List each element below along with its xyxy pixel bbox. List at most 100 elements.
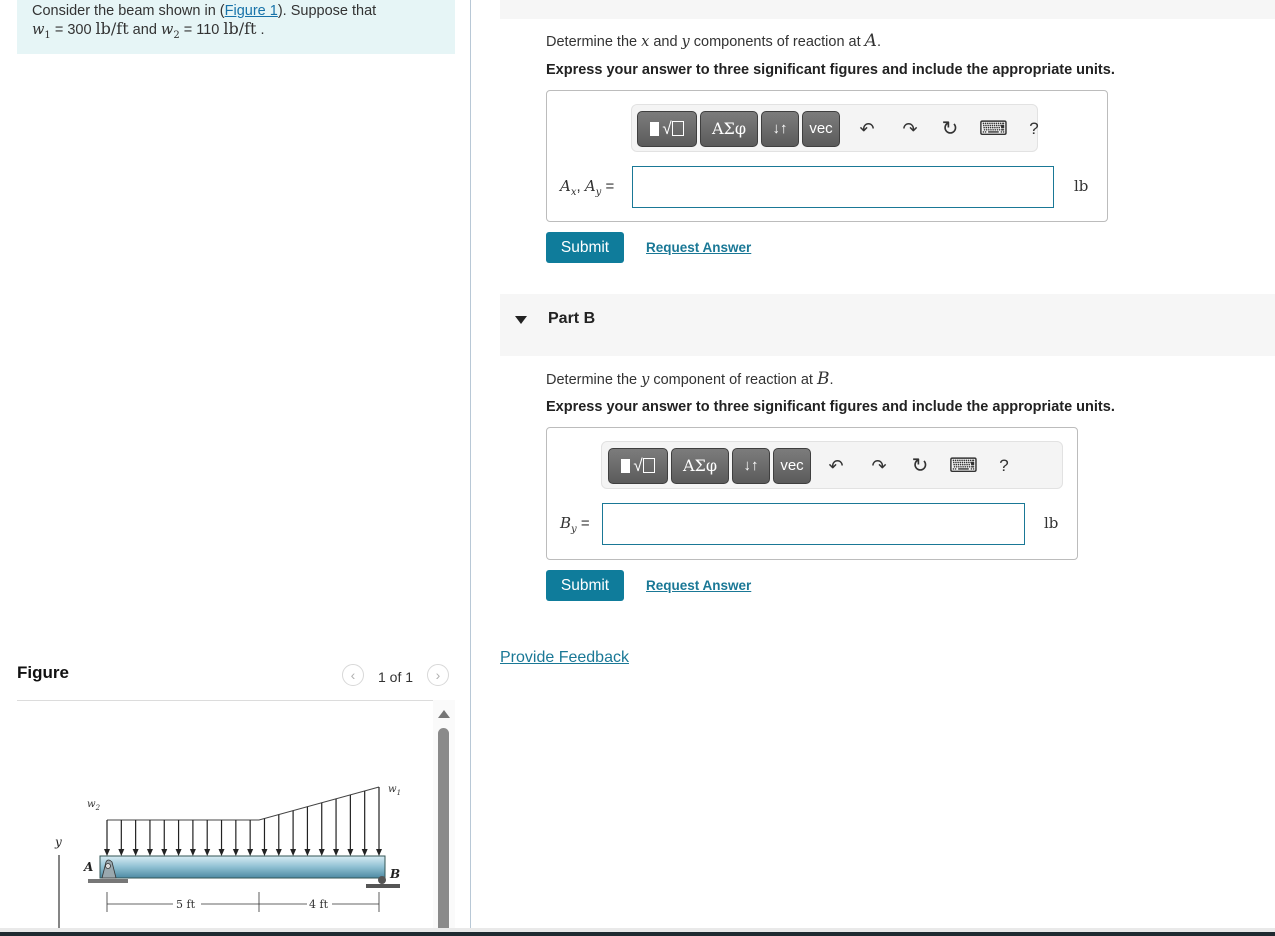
part-a-submit-button[interactable]: Submit	[546, 232, 624, 263]
q-b-end: .	[829, 372, 834, 388]
figure-scrollbar-thumb[interactable]	[438, 728, 449, 930]
load-arrow-head	[104, 849, 110, 856]
templates-button[interactable]: √	[608, 448, 668, 484]
pane-divider[interactable]	[470, 0, 471, 928]
part-b-request-answer-link[interactable]: Request Answer	[646, 578, 751, 593]
chevron-right-icon: ›	[435, 667, 441, 683]
w2-label: w2	[87, 799, 101, 812]
load-arrow-head	[218, 849, 225, 856]
load-arrow-head	[175, 849, 182, 856]
w2-symbol: w	[160, 22, 174, 38]
q-a-and: and	[649, 34, 682, 50]
vector-button[interactable]: vec	[802, 111, 840, 147]
load-arrow-head	[304, 849, 311, 856]
figure-title: Figure	[17, 663, 69, 682]
help-icon[interactable]: ?	[1022, 118, 1046, 140]
redo-icon[interactable]: ↷	[867, 455, 891, 477]
greek-symbols-button[interactable]: ΑΣφ	[671, 448, 729, 484]
part-b-answer-box: √ ΑΣφ ↓↑ vec ↶ ↷ ↻ ⌨ ? By = lb	[546, 427, 1078, 560]
load-arrow-head	[361, 849, 368, 856]
label-eq: =	[576, 515, 590, 532]
intro-text-after: ). Suppose that	[277, 3, 377, 19]
figure-pager-count: 1 of 1	[378, 669, 414, 685]
part-b-submit-button[interactable]: Submit	[546, 570, 624, 601]
intro-and: and	[128, 22, 161, 38]
part-a-header-remnant	[500, 0, 1275, 19]
load-arrow-head	[232, 849, 239, 856]
part-b-instruction: Express your answer to three significant…	[546, 399, 1115, 415]
template-box-icon	[671, 121, 684, 136]
arrows-button[interactable]: ↓↑	[732, 448, 770, 484]
load-arrow-head	[247, 849, 254, 856]
collapse-caret-icon[interactable]	[515, 316, 527, 324]
part-b-answer-input[interactable]	[602, 503, 1025, 545]
load-arrow-head	[204, 849, 211, 856]
reset-icon[interactable]: ↻	[938, 118, 962, 140]
part-a-answer-label: Ax, Ay =	[560, 177, 614, 198]
w1-value: = 300	[50, 22, 96, 38]
label-ax: A	[560, 177, 571, 195]
load-arrow-head	[132, 849, 139, 856]
dimension-4ft: 4 ft	[309, 898, 329, 911]
part-a-answer-box: √ ΑΣφ ↓↑ vec ↶ ↷ ↻ ⌨ ? Ax, Ay = lb	[546, 90, 1108, 222]
load-arrow-head	[318, 849, 325, 856]
undo-icon[interactable]: ↶	[824, 455, 848, 477]
load-arrow-head	[118, 849, 125, 856]
q-b-point: B	[816, 369, 830, 389]
intro-text: Consider the beam shown in (	[32, 3, 225, 19]
load-arrow-head	[347, 849, 354, 856]
dimension-5ft: 5 ft	[176, 898, 196, 911]
w2-label-sub: 2	[95, 804, 101, 812]
w1-label: w1	[388, 784, 401, 797]
part-a-question: Determine the x and y components of reac…	[546, 31, 881, 51]
redo-icon[interactable]: ↷	[898, 118, 922, 140]
problem-statement: Consider the beam shown in (Figure 1). S…	[17, 0, 455, 54]
load-arrow-head	[161, 849, 168, 856]
load-arrow-head	[376, 849, 382, 856]
undo-icon[interactable]: ↶	[855, 118, 879, 140]
templates-button[interactable]: √	[637, 111, 697, 147]
q-a-pre: Determine the	[546, 34, 642, 50]
scroll-up-arrow-icon[interactable]	[438, 710, 450, 718]
beam	[99, 855, 386, 879]
taskbar-edge	[0, 932, 1275, 936]
part-a-answer-input[interactable]	[632, 166, 1054, 208]
q-b-mid: component of reaction at	[649, 372, 817, 388]
keyboard-icon[interactable]: ⌨	[979, 118, 1008, 140]
w2-value: = 110	[179, 22, 224, 38]
w1-symbol: w	[32, 22, 45, 38]
previous-figure-button[interactable]: ‹	[342, 664, 364, 686]
next-figure-button[interactable]: ›	[427, 664, 449, 686]
figure-header: Figure ‹ 1 of 1 ›	[17, 660, 455, 701]
keyboard-icon[interactable]: ⌨	[949, 455, 978, 477]
figure-link[interactable]: Figure 1	[225, 3, 278, 19]
y-axis-label: y	[54, 835, 62, 849]
arrows-button[interactable]: ↓↑	[761, 111, 799, 147]
roller-support-b	[378, 876, 386, 884]
radical-icon: √	[662, 119, 672, 138]
support-a-base	[88, 879, 128, 883]
part-a-unit: lb	[1074, 177, 1089, 195]
support-b-base	[366, 884, 400, 888]
reset-icon[interactable]: ↻	[908, 455, 932, 477]
label-eq: =	[601, 178, 615, 195]
point-b-label: B	[389, 867, 400, 881]
part-b-header[interactable]: Part B	[500, 294, 1275, 356]
part-b-answer-label: By =	[560, 514, 590, 535]
beam-figure: y A B w2 w1 5 ft 4 ft	[54, 784, 401, 930]
load-arrow-head	[275, 849, 282, 856]
greek-symbols-button[interactable]: ΑΣφ	[700, 111, 758, 147]
vector-button[interactable]: vec	[773, 448, 811, 484]
q-b-pre: Determine the	[546, 372, 642, 388]
w1-unit: lb/ft	[95, 19, 129, 38]
radical-icon: √	[633, 456, 643, 475]
w2-unit: lb/ft	[223, 19, 257, 38]
load-arrow-head	[333, 849, 340, 856]
template-box-icon	[642, 458, 655, 473]
help-icon[interactable]: ?	[992, 455, 1016, 477]
q-a-mid: components of reaction at	[689, 34, 865, 50]
part-a-request-answer-link[interactable]: Request Answer	[646, 240, 751, 255]
q-a-point: A	[864, 31, 877, 51]
template-block-icon	[621, 459, 631, 473]
provide-feedback-link[interactable]: Provide Feedback	[500, 649, 629, 667]
